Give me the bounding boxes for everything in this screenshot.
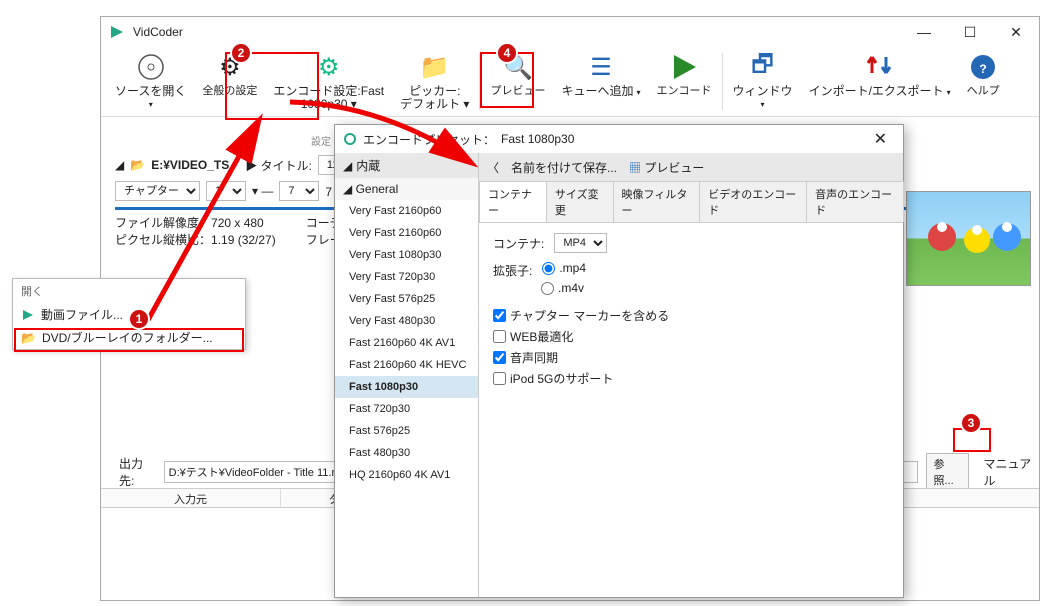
preset-item[interactable]: Very Fast 2160p60 xyxy=(335,222,478,244)
preset-item[interactable]: Very Fast 1080p30 xyxy=(335,244,478,266)
popup-tab[interactable]: 音声のエンコード xyxy=(806,181,904,222)
container-select[interactable]: MP4 xyxy=(554,233,607,253)
chapter-markers-checkbox[interactable]: チャプター マーカーを含める xyxy=(493,307,889,324)
expand-toggle[interactable]: ◢ xyxy=(115,158,124,172)
encode-preset-popup: エンコードプリセット：Fast 1080p30 ✕ ◢ 内蔵 ◢ General… xyxy=(334,124,904,598)
folder-icon: 📂 xyxy=(130,158,145,172)
preset-item[interactable]: Fast 480p30 xyxy=(335,442,478,464)
container-tab-content: コンテナ: MP4 拡張子: .mp4 .m4v チャプター マーカーを含める … xyxy=(479,223,903,401)
back-button[interactable]: 〈 xyxy=(487,159,499,176)
chapter-from-select[interactable]: 1 xyxy=(206,181,246,201)
preset-item[interactable]: Very Fast 576p25 xyxy=(335,288,478,310)
app-icon xyxy=(109,24,125,40)
chapter-to-select[interactable]: 7 xyxy=(279,181,319,201)
popup-close-button[interactable]: ✕ xyxy=(866,129,895,149)
pixel-aspect-label: ピクセル縦横比： xyxy=(115,233,211,247)
preset-sidebar: ◢ 内蔵 ◢ General Very Fast 2160p60Very Fas… xyxy=(335,153,479,597)
play-icon xyxy=(668,51,700,83)
encode-gear-icon: ⚙ xyxy=(313,51,345,83)
audio-sync-checkbox[interactable]: 音声同期 xyxy=(493,349,889,366)
popup-tab[interactable]: コンテナー xyxy=(479,181,547,222)
ribbon-preview[interactable]: 🔍 プレビュー xyxy=(482,49,553,114)
encode-gear-icon xyxy=(343,132,357,146)
preview-thumbnail[interactable] xyxy=(906,191,1031,286)
disc-icon xyxy=(135,51,167,83)
ribbon-import-export[interactable]: インポート/エクスポート ▾ xyxy=(801,49,959,114)
queue-icon: ☰ xyxy=(585,51,617,83)
step-badge-4: 4 xyxy=(496,42,518,64)
ribbon-picker[interactable]: 📁 ピッカー:デフォルト ▾ xyxy=(392,49,477,114)
ribbon-help[interactable]: ? ヘルプ xyxy=(959,49,1008,114)
svg-text:?: ? xyxy=(979,62,986,76)
title-label: ▶ タイトル: xyxy=(245,157,312,174)
app-title: VidCoder xyxy=(133,25,901,39)
folder-icon: 📁 xyxy=(419,51,451,83)
popup-tab[interactable]: ビデオのエンコード xyxy=(699,181,807,222)
preset-list: Very Fast 2160p60Very Fast 2160p60Very F… xyxy=(335,200,478,486)
play-file-icon xyxy=(21,308,35,322)
popup-titlebar: エンコードプリセット：Fast 1080p30 ✕ xyxy=(335,125,903,153)
preset-item[interactable]: Very Fast 2160p60 xyxy=(335,200,478,222)
folder-icon: 📂 xyxy=(21,331,36,345)
window-icon: 🗗 xyxy=(747,51,779,83)
output-label: 出力先: xyxy=(119,455,156,489)
ext-m4v-radio[interactable]: .m4v xyxy=(541,281,584,295)
ribbon-global-settings[interactable]: ⚙ 全般の設定 xyxy=(194,49,265,114)
manual-label: マニュアル xyxy=(983,455,1039,489)
browse-button[interactable]: 参照... xyxy=(926,453,969,491)
ribbon-window[interactable]: 🗗 ウィンドウ▾ xyxy=(725,49,801,114)
ribbon-queue[interactable]: ☰ キューへ追加 ▾ xyxy=(553,49,648,114)
preset-item[interactable]: Fast 1080p30 xyxy=(335,376,478,398)
resolution-label: ファイル解像度： xyxy=(115,216,211,230)
minimize-button[interactable]: — xyxy=(901,17,947,47)
ribbon-open-source[interactable]: ソースを開く▾ xyxy=(107,49,194,114)
open-menu-header: 開く xyxy=(13,279,245,303)
open-dvd-folder[interactable]: 📂 DVD/ブルーレイのフォルダー... xyxy=(13,326,245,349)
preset-item[interactable]: Very Fast 720p30 xyxy=(335,266,478,288)
ribbon-section-label: 設定 xyxy=(311,133,331,148)
popup-tabs: コンテナーサイズ変更映像フィルタービデオのエンコード音声のエンコード xyxy=(479,181,903,223)
help-icon: ? xyxy=(967,51,999,83)
chapter-mode-select[interactable]: チャプター xyxy=(115,181,200,201)
preset-category-builtin[interactable]: ◢ 内蔵 xyxy=(335,153,478,178)
close-button[interactable]: ✕ xyxy=(993,17,1039,47)
popup-tab[interactable]: 映像フィルター xyxy=(613,181,701,222)
step-badge-3: 3 xyxy=(960,412,982,434)
ext-mp4-radio[interactable]: .mp4 xyxy=(542,261,586,275)
preset-item[interactable]: Fast 2160p60 4K HEVC xyxy=(335,354,478,376)
container-label: コンテナ: xyxy=(493,235,544,252)
preview-button[interactable]: ▦ プレビュー xyxy=(629,159,704,176)
preset-group-general[interactable]: ◢ General xyxy=(335,178,478,200)
import-export-icon xyxy=(864,51,896,83)
preset-item[interactable]: Fast 576p25 xyxy=(335,420,478,442)
ipod-support-checkbox[interactable]: iPod 5Gのサポート xyxy=(493,370,889,387)
popup-tab[interactable]: サイズ変更 xyxy=(546,181,614,222)
web-optimize-checkbox[interactable]: WEB最適化 xyxy=(493,328,889,345)
preset-item[interactable]: Fast 720p30 xyxy=(335,398,478,420)
preset-item[interactable]: Very Fast 480p30 xyxy=(335,310,478,332)
step-badge-2: 2 xyxy=(230,42,252,64)
ribbon-encode[interactable]: エンコード xyxy=(649,49,720,114)
preset-item[interactable]: Fast 2160p60 4K AV1 xyxy=(335,332,478,354)
extension-label: 拡張子: xyxy=(493,262,532,279)
ribbon-encode-settings[interactable]: ⚙ エンコード設定:Fast1080p30 ▾ xyxy=(265,49,392,114)
col-source[interactable]: 入力元 xyxy=(101,489,281,507)
popup-toolbar: 〈 名前を付けて保存... ▦ プレビュー xyxy=(479,153,903,181)
preset-item[interactable]: HQ 2160p60 4K AV1 xyxy=(335,464,478,486)
step-badge-1: 1 xyxy=(128,308,150,330)
maximize-button[interactable]: ☐ xyxy=(947,17,993,47)
source-path: E:¥VIDEO_TS xyxy=(151,158,229,172)
save-as-button[interactable]: 名前を付けて保存... xyxy=(511,159,617,176)
